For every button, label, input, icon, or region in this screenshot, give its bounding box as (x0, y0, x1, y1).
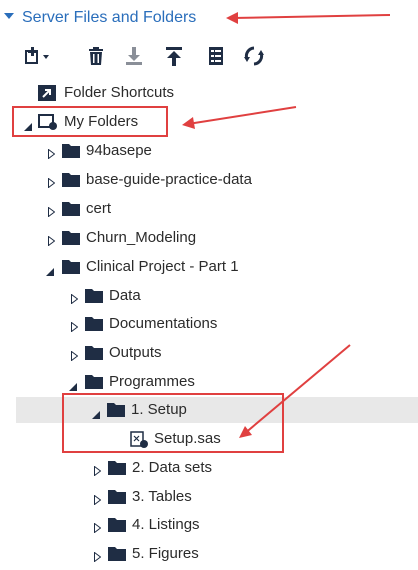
collapsed-triangle-icon[interactable] (48, 146, 56, 160)
panel-title: Server Files and Folders (22, 9, 197, 26)
folder-icon (62, 259, 80, 274)
collapsed-triangle-icon[interactable] (94, 463, 102, 477)
tree-item-folder[interactable]: base-guide-practice-data (0, 167, 418, 193)
toolbar (22, 44, 282, 70)
tree-item-label: Clinical Project - Part 1 (86, 258, 239, 275)
download-icon[interactable] (122, 44, 146, 68)
annotation-box-setup (62, 393, 284, 453)
expanded-triangle-icon[interactable] (46, 263, 54, 276)
folder-icon (62, 230, 80, 245)
tree-item-folder[interactable]: 2. Data sets (0, 455, 418, 481)
tree-item-folder[interactable]: 3. Tables (0, 484, 418, 510)
upload-icon[interactable] (162, 44, 186, 68)
tree-item-folder[interactable]: Documentations (0, 311, 418, 337)
refresh-icon[interactable] (242, 44, 266, 68)
tree-item-label: Documentations (109, 315, 218, 332)
delete-icon[interactable] (84, 44, 108, 68)
collapse-caret-icon[interactable] (4, 13, 14, 19)
tree-item-label: 5. Figures (132, 545, 199, 562)
tree-item-folder[interactable]: Data (0, 283, 418, 309)
properties-icon[interactable] (204, 44, 228, 68)
folder-icon (108, 460, 126, 475)
tree-item-label: 94basepe (86, 142, 152, 159)
shortcut-folder-icon (38, 85, 56, 101)
annotation-box-my-folders (12, 106, 168, 137)
collapsed-triangle-icon[interactable] (94, 520, 102, 534)
tree-item-folder[interactable]: 5. Figures (0, 541, 418, 567)
tree-item-folder[interactable]: 4. Listings (0, 512, 418, 538)
tree-item-folder[interactable]: cert (0, 196, 418, 222)
folder-icon (62, 172, 80, 187)
tree-item-folder[interactable]: Programmes (0, 369, 418, 395)
collapsed-triangle-icon[interactable] (48, 233, 56, 247)
tree-item-label: Outputs (109, 344, 162, 361)
tree-item-label: Churn_Modeling (86, 229, 197, 246)
tree-item-folder[interactable]: 94basepe (0, 138, 418, 164)
collapsed-triangle-icon[interactable] (48, 175, 56, 189)
collapsed-triangle-icon[interactable] (71, 291, 79, 305)
collapsed-triangle-icon[interactable] (94, 549, 102, 563)
folder-icon (108, 546, 126, 561)
folder-icon (85, 374, 103, 389)
tree-item-label: base-guide-practice-data (86, 171, 252, 188)
tree-item-folder[interactable]: Churn_Modeling (0, 225, 418, 251)
folder-icon (62, 143, 80, 158)
folder-icon (108, 489, 126, 504)
folder-icon (85, 316, 103, 331)
collapsed-triangle-icon[interactable] (71, 348, 79, 362)
new-item-icon[interactable] (22, 44, 49, 68)
folder-icon (62, 201, 80, 216)
tree-item-label: 3. Tables (132, 488, 192, 505)
collapsed-triangle-icon[interactable] (94, 492, 102, 506)
expanded-triangle-icon[interactable] (69, 378, 77, 391)
tree-item-label: 4. Listings (132, 516, 200, 533)
tree-item-label: 2. Data sets (132, 459, 213, 476)
tree-item-label: Programmes (109, 373, 195, 390)
tree-item-folder-shortcuts[interactable]: Folder Shortcuts (0, 80, 418, 106)
folder-icon (85, 288, 103, 303)
tree-item-folder[interactable]: Clinical Project - Part 1 (0, 254, 418, 280)
tree-item-label: cert (86, 200, 112, 217)
folder-icon (85, 345, 103, 360)
tree-item-label: Folder Shortcuts (64, 84, 175, 101)
folder-icon (108, 517, 126, 532)
tree-item-label: Data (109, 287, 141, 304)
tree-item-folder[interactable]: Outputs (0, 340, 418, 366)
collapsed-triangle-icon[interactable] (71, 319, 79, 333)
collapsed-triangle-icon[interactable] (48, 204, 56, 218)
